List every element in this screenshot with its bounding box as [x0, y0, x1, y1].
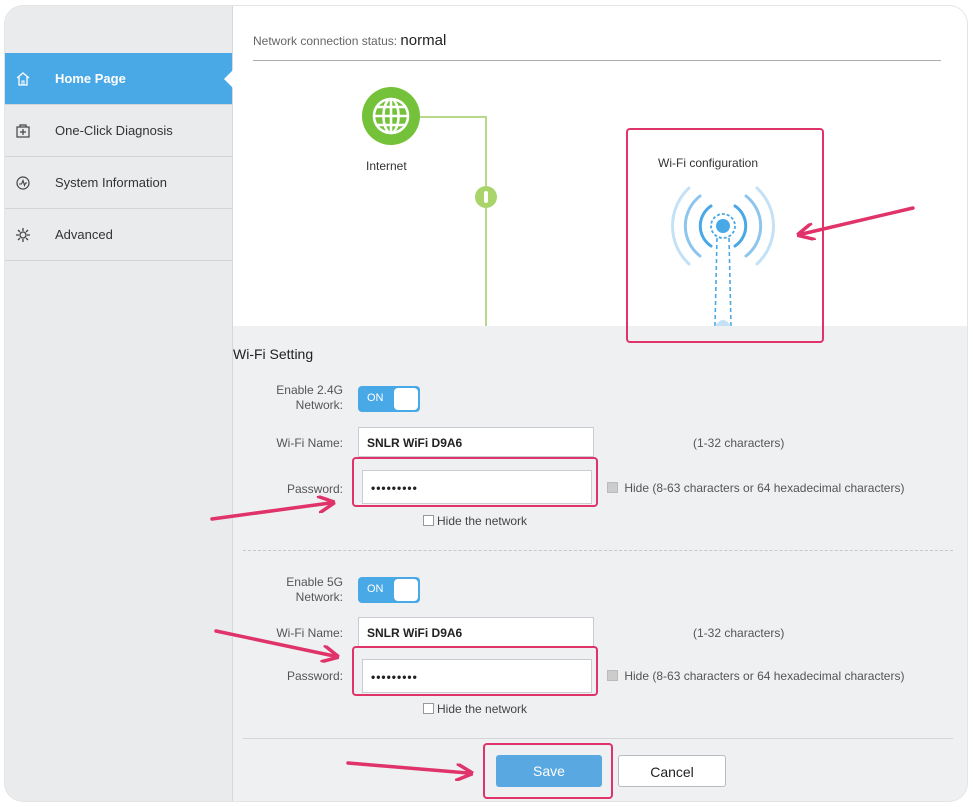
- wifi-name-24g-input[interactable]: SNLR WiFi D9A6: [358, 427, 594, 457]
- sidebar-item-advanced[interactable]: Advanced: [5, 209, 232, 261]
- hide-password-24g-label: Hide (8-63 characters or 64 hexadecimal …: [624, 481, 905, 495]
- cancel-button[interactable]: Cancel: [618, 755, 726, 787]
- section-divider: [243, 550, 953, 551]
- checkbox-icon: [423, 703, 434, 714]
- home-icon: [13, 69, 33, 89]
- gear-icon: [13, 225, 33, 245]
- enable-24g-label-line: Enable 2.4G: [276, 383, 343, 397]
- sidebar-item-label: Home Page: [55, 71, 126, 86]
- connection-line: [420, 116, 486, 118]
- wifi-settings-form: Wi-Fi Setting Enable 2.4G Network: ON Wi…: [233, 326, 967, 801]
- wifi-config-highlight-box: [626, 128, 824, 343]
- sidebar-item-label: System Information: [55, 175, 167, 190]
- toggle-state: ON: [367, 583, 384, 595]
- wifi-setting-title: Wi-Fi Setting: [233, 346, 314, 362]
- enable-5g-label-line: Network:: [295, 590, 343, 604]
- hide-password-24g-checkbox[interactable]: Hide (8-63 characters or 64 hexadecimal …: [607, 481, 904, 495]
- enable-24g-toggle[interactable]: ON: [358, 386, 420, 412]
- checkbox-icon: [607, 670, 618, 681]
- hide-password-5g-label: Hide (8-63 characters or 64 hexadecimal …: [624, 669, 905, 683]
- hide-network-24g-checkbox[interactable]: Hide the network: [423, 514, 527, 528]
- wifi-name-5g-input[interactable]: SNLR WiFi D9A6: [358, 617, 594, 647]
- hide-network-5g-label: Hide the network: [437, 702, 528, 716]
- wifi-name-24g-label: Wi-Fi Name:: [276, 436, 343, 450]
- enable-24g-label: Enable 2.4G Network:: [243, 383, 343, 413]
- password-5g-label: Password:: [286, 669, 343, 683]
- sidebar-item-system-information[interactable]: System Information: [5, 157, 232, 209]
- enable-5g-toggle[interactable]: ON: [358, 577, 420, 603]
- diagnosis-icon: [13, 121, 33, 141]
- system-info-icon: [13, 173, 33, 193]
- network-topology-panel: Network connection status: normal Intern…: [233, 6, 967, 326]
- sidebar-item-label: Advanced: [55, 227, 113, 242]
- internet-label: Internet: [366, 159, 407, 173]
- checkbox-icon: [607, 482, 618, 493]
- enable-5g-label-line: Enable 5G: [286, 575, 343, 589]
- toggle-state: ON: [367, 392, 384, 404]
- internet-globe-icon[interactable]: [361, 86, 421, 146]
- network-status-label: Network connection status:: [253, 34, 398, 48]
- connection-line: [485, 116, 487, 326]
- password-24g-label: Password:: [286, 482, 343, 496]
- save-highlight-box: [483, 743, 613, 799]
- hide-network-24g-label: Hide the network: [437, 514, 528, 528]
- network-status-value: normal: [400, 32, 447, 49]
- password-24g-highlight-box: [352, 457, 598, 507]
- router-admin-window: Home Page One-Click Diagnosis System Inf…: [5, 6, 967, 801]
- wifi-name-24g-hint: (1-32 characters): [693, 436, 785, 450]
- sidebar: Home Page One-Click Diagnosis System Inf…: [5, 6, 233, 801]
- hide-password-5g-checkbox[interactable]: Hide (8-63 characters or 64 hexadecimal …: [607, 669, 904, 683]
- sidebar-item-one-click-diagnosis[interactable]: One-Click Diagnosis: [5, 105, 232, 157]
- connection-status-dot: [475, 186, 497, 208]
- enable-5g-label: Enable 5G Network:: [243, 575, 343, 605]
- wifi-name-5g-hint: (1-32 characters): [693, 626, 785, 640]
- toggle-knob: [394, 388, 418, 410]
- sidebar-item-home-page[interactable]: Home Page: [5, 53, 233, 105]
- section-divider: [243, 738, 953, 739]
- checkbox-icon: [423, 515, 434, 526]
- sidebar-item-label: One-Click Diagnosis: [55, 123, 173, 138]
- divider: [253, 60, 941, 61]
- wifi-name-5g-label: Wi-Fi Name:: [276, 626, 343, 640]
- toggle-knob: [394, 579, 418, 601]
- password-5g-highlight-box: [352, 646, 598, 696]
- enable-24g-label-line: Network:: [295, 398, 343, 412]
- hide-network-5g-checkbox[interactable]: Hide the network: [423, 702, 527, 716]
- network-status: Network connection status: normal: [253, 32, 446, 49]
